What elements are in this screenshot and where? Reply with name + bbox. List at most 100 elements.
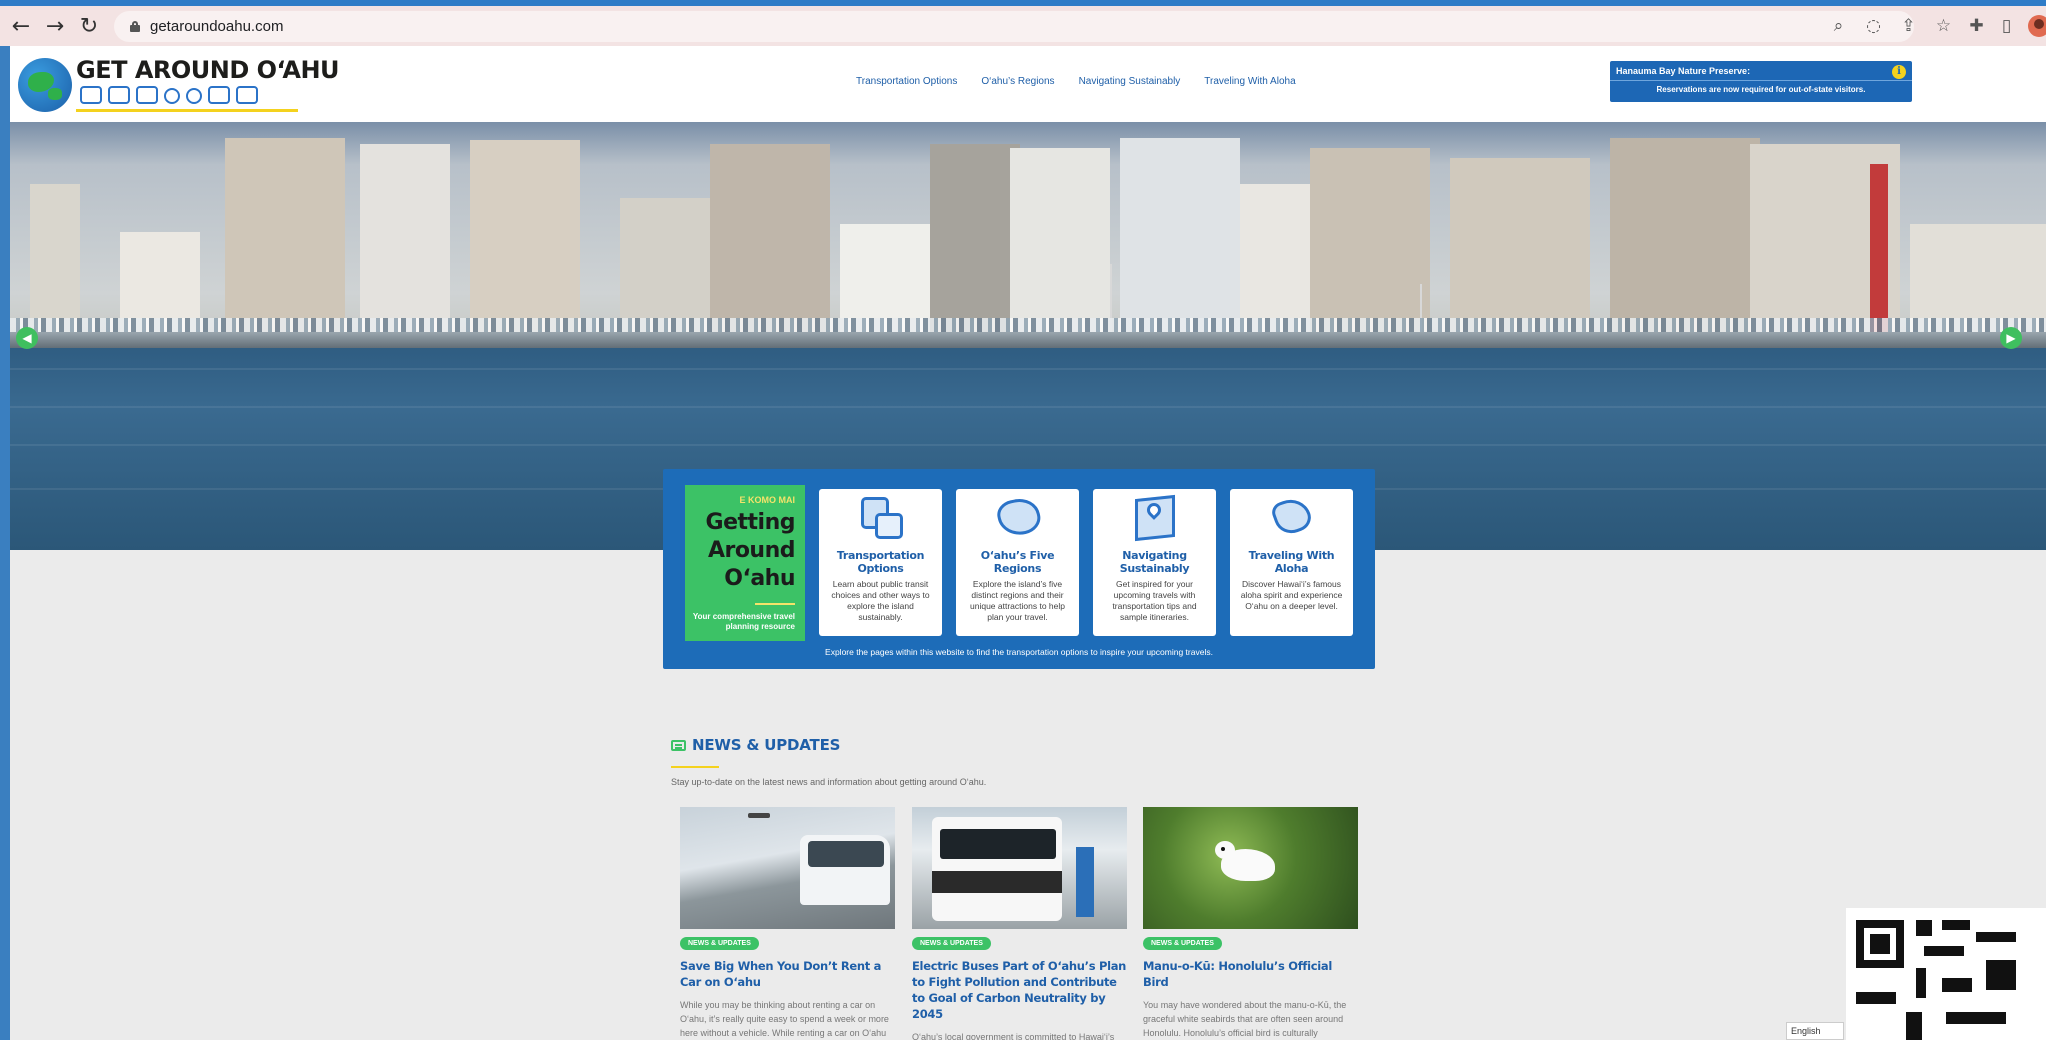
news-underline [671,766,719,768]
post-excerpt: You may have wondered about the manu-o-K… [1143,1000,1347,1038]
bus-stripe [932,871,1062,893]
slider-next-button[interactable]: ▶ [2000,327,2022,349]
bus-icon [80,86,102,104]
charger-image [1076,847,1094,917]
post-title[interactable]: Manu-o-Kū: Honolulu’s Official Bird [1143,958,1358,990]
airplane-icon [748,813,770,818]
web-page: GET AROUND O‘AHU Transportation Options … [10,46,2046,1040]
bus-window [940,829,1056,859]
nav-oahus-regions[interactable]: O‘ahu’s Regions [981,76,1054,87]
nav-transportation-options[interactable]: Transportation Options [856,76,957,87]
side-panel-icon[interactable]: ▯ [1989,9,2024,44]
alert-body: Reservations are now required for out-of… [1656,85,1866,94]
qr-code [1846,908,2046,1040]
building [710,144,830,344]
card-description: Explore the island’s five distinct regio… [970,579,1065,622]
van-icon [208,86,230,104]
card-description: Learn about public transit choices and o… [831,579,930,622]
car-icon [108,86,130,104]
site-logo[interactable]: GET AROUND O‘AHU [18,56,340,116]
post-category-badge[interactable]: NEWS & UPDATES [912,937,991,950]
card-oahus-five-regions[interactable]: O‘ahu’s Five Regions Explore the island’… [956,489,1079,636]
nav-navigating-sustainably[interactable]: Navigating Sustainably [1079,76,1181,87]
building [470,140,580,344]
profile-avatar[interactable] [2021,9,2046,44]
island-map-icon [990,495,1046,543]
bus-window [808,841,884,867]
building [1310,148,1430,344]
reload-icon[interactable]: ↻ [72,9,106,43]
post-category-badge[interactable]: NEWS & UPDATES [1143,937,1222,950]
url-text[interactable]: getaroundoahu.com [150,18,283,35]
alert-banner[interactable]: Hanauma Bay Nature Preserve: i Reservati… [1610,61,1912,102]
walking-icon [236,86,258,104]
card-title: Traveling With Aloha [1248,549,1335,575]
building [1610,138,1760,344]
transport-icons-row [80,86,258,104]
logo-text: GET AROUND O‘AHU [76,56,340,84]
news-post[interactable]: NEWS & UPDATES Save Big When You Don’t R… [680,807,895,1040]
building [1010,148,1110,344]
post-excerpt: O‘ahu’s local government is committed to… [912,1032,1115,1040]
alert-divider [1610,80,1912,81]
address-bar[interactable]: getaroundoahu.com [114,11,1914,42]
building [930,144,1020,344]
info-icon[interactable]: i [1892,65,1906,79]
eye-off-icon[interactable]: ◌ [1856,9,1891,44]
buses-icon [853,495,909,543]
bicycle-icon [186,88,202,104]
building [225,138,345,344]
site-header: GET AROUND O‘AHU Transportation Options … [10,46,2046,122]
forward-icon[interactable]: → [38,9,72,43]
news-post[interactable]: NEWS & UPDATES Electric Buses Part of O‘… [912,807,1127,1040]
browser-toolbar: ← → ↻ getaroundoahu.com ⌕ ◌ ⇪ ☆ ✚ ▯ [0,6,2046,46]
newspaper-icon [671,739,686,751]
alert-title: Hanauma Bay Nature Preserve: [1616,66,1751,76]
nav-traveling-with-aloha[interactable]: Traveling With Aloha [1204,76,1295,87]
building [1120,138,1240,344]
globe-icon [18,58,72,112]
card-title: Transportation Options [836,549,925,575]
welcome-divider [755,603,795,605]
news-post[interactable]: NEWS & UPDATES Manu-o-Kū: Honolulu’s Off… [1143,807,1358,1040]
zoom-icon[interactable]: ⌕ [1821,9,1856,44]
welcome-tile: E KOMO MAI Getting Around O‘ahu Your com… [685,485,805,641]
share-icon[interactable]: ⇪ [1891,9,1926,44]
building [1450,158,1590,344]
lock-icon[interactable] [130,21,140,32]
trolley-icon [136,86,158,104]
news-subtitle: Stay up-to-date on the latest news and i… [671,777,987,787]
building-mural [1870,164,1888,344]
back-icon[interactable]: ← [4,9,38,43]
card-title: Navigating Sustainably [1119,549,1190,575]
card-navigating-sustainably[interactable]: Navigating Sustainably Get inspired for … [1093,489,1216,636]
card-transportation-options[interactable]: Transportation Options Learn about publi… [819,489,942,636]
card-traveling-with-aloha[interactable]: Traveling With Aloha Discover Hawai‘i’s … [1230,489,1353,636]
shaka-icon [1264,493,1320,543]
main-nav: Transportation Options O‘ahu’s Regions N… [856,76,1296,87]
post-image[interactable] [912,807,1127,929]
welcome-kicker: E KOMO MAI [739,495,796,505]
post-title[interactable]: Electric Buses Part of O‘ahu’s Plan to F… [912,958,1127,1022]
welcome-subtitle: Your comprehensive travel planning resou… [692,612,795,631]
feature-footer-text: Explore the pages within this website to… [825,647,1213,657]
news-title: NEWS & UPDATES [692,736,841,754]
post-category-badge[interactable]: NEWS & UPDATES [680,937,759,950]
card-description: Discover Hawai‘i’s famous aloha spirit a… [1240,579,1343,611]
logo-underline [76,109,298,112]
card-description: Get inspired for your upcoming travels w… [1112,579,1197,622]
bird-head [1215,841,1235,859]
star-icon[interactable]: ☆ [1926,9,1961,44]
card-title: O‘ahu’s Five Regions [980,549,1055,575]
bird-eye [1221,847,1225,851]
map-pin-icon [1127,494,1183,543]
welcome-title: Getting Around O‘ahu [705,510,796,591]
post-image[interactable] [1143,807,1358,929]
post-image[interactable] [680,807,895,929]
feature-panel: E KOMO MAI Getting Around O‘ahu Your com… [663,469,1375,669]
language-selector[interactable]: English [1786,1022,1844,1040]
news-heading: NEWS & UPDATES [671,736,840,754]
slider-prev-button[interactable]: ◀ [16,327,38,349]
post-excerpt: While you may be thinking about renting … [680,1000,889,1038]
post-title[interactable]: Save Big When You Don’t Rent a Car on O‘… [680,958,895,990]
